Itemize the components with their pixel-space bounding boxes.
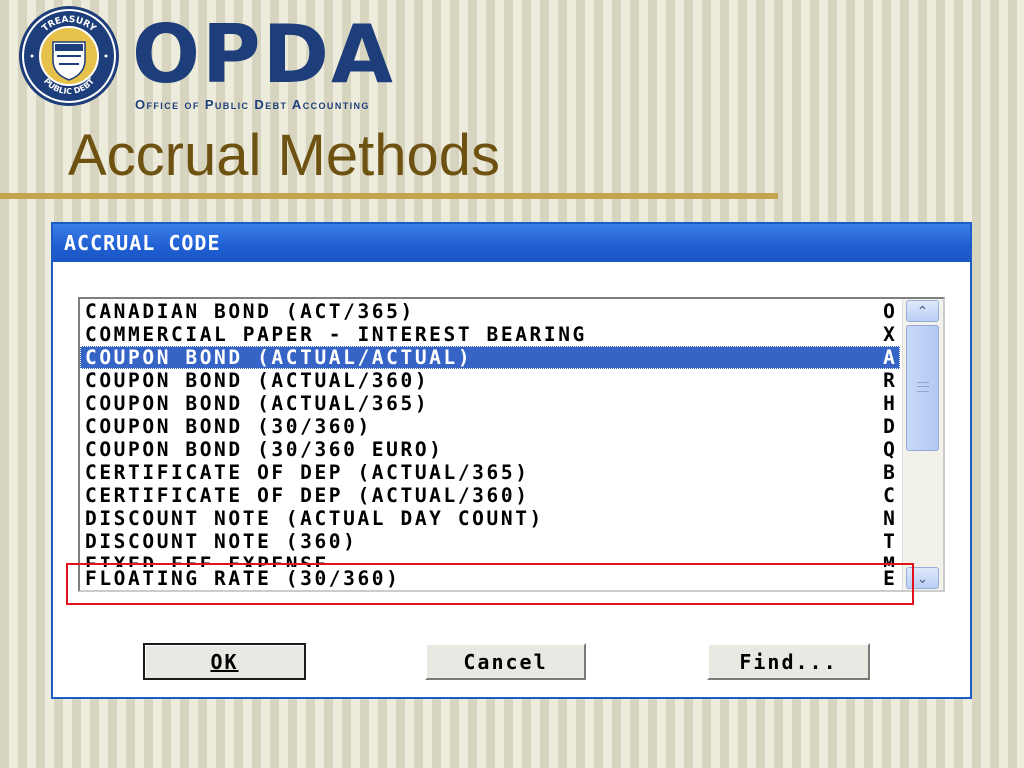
list-item[interactable]: DISCOUNT NOTE (360) T (80, 530, 900, 553)
dialog-title: ACCRUAL CODE (53, 224, 970, 262)
chevron-up-icon: ⌃ (916, 303, 929, 319)
list-item-description: DISCOUNT NOTE (ACTUAL DAY COUNT) (85, 507, 544, 530)
list-item[interactable]: COUPON BOND (30/360) D (80, 415, 900, 438)
slide-title: Accrual Methods (68, 123, 500, 188)
list-item-code: D (883, 415, 895, 438)
list-item[interactable]: CANADIAN BOND (ACT/365) O (80, 300, 900, 323)
list-item-code: R (883, 369, 895, 392)
title-divider (0, 193, 778, 199)
list-item[interactable]: COMMERCIAL PAPER - INTEREST BEARING X (80, 323, 900, 346)
list-item-description: COUPON BOND (ACTUAL/ACTUAL) (85, 346, 473, 369)
vertical-scrollbar[interactable]: ⌃ ⌄ (902, 299, 943, 590)
treasury-seal-logo: TREASURY PUBLIC DEBT (17, 4, 121, 108)
list-item[interactable]: DISCOUNT NOTE (ACTUAL DAY COUNT) N (80, 507, 900, 530)
find-button[interactable]: Find... (707, 643, 870, 680)
list-item-code: A (883, 346, 895, 369)
list-item-description: DISCOUNT NOTE (360) (85, 530, 358, 553)
cancel-button[interactable]: Cancel (425, 643, 586, 680)
annotation-highlight-box (66, 563, 914, 605)
cancel-label: Cancel (463, 650, 548, 674)
list-item[interactable]: COUPON BOND (30/360 EURO) Q (80, 438, 900, 461)
list-item-description: CANADIAN BOND (ACT/365) (85, 300, 415, 323)
list-rows: CANADIAN BOND (ACT/365) O COMMERCIAL PAPER… (80, 300, 900, 590)
list-item-description: COUPON BOND (ACTUAL/365) (85, 392, 430, 415)
list-item-description: COUPON BOND (30/360 EURO) (85, 438, 444, 461)
list-item-description: CERTIFICATE OF DEP (ACTUAL/360) (85, 484, 530, 507)
ok-button[interactable]: OK (143, 643, 306, 680)
list-item[interactable]: COUPON BOND (ACTUAL/ACTUAL) A (80, 346, 900, 369)
list-item[interactable]: CERTIFICATE OF DEP (ACTUAL/360) C (80, 484, 900, 507)
accrual-code-listbox[interactable]: CANADIAN BOND (ACT/365) O COMMERCIAL PAPER… (78, 297, 945, 592)
list-item-code: T (883, 530, 895, 553)
chevron-down-icon: ⌄ (916, 570, 929, 586)
list-item[interactable]: COUPON BOND (ACTUAL/365) H (80, 392, 900, 415)
list-item[interactable]: CERTIFICATE OF DEP (ACTUAL/365) B (80, 461, 900, 484)
list-item-description: COMMERCIAL PAPER - INTEREST BEARING (85, 323, 587, 346)
grip-icon (917, 382, 929, 392)
list-item-description: COUPON BOND (ACTUAL/360) (85, 369, 430, 392)
find-label: Find... (739, 650, 838, 674)
list-item-code: X (883, 323, 895, 346)
list-item-code: B (883, 461, 895, 484)
list-item-code: C (883, 484, 895, 507)
list-item-description: CERTIFICATE OF DEP (ACTUAL/365) (85, 461, 530, 484)
accrual-code-dialog: ACCRUAL CODE CANADIAN BOND (ACT/365) O COM… (51, 222, 972, 699)
scroll-up-button[interactable]: ⌃ (906, 300, 939, 322)
opda-logo-subtitle: Office of Public Debt Accounting (135, 97, 370, 112)
list-item-code: N (883, 507, 895, 530)
list-item-code: H (883, 392, 895, 415)
list-item-code: Q (883, 438, 895, 461)
ok-label: OK (210, 650, 239, 674)
scroll-thumb[interactable] (906, 325, 939, 451)
opda-logo-text: OPDA (132, 8, 395, 101)
list-item[interactable]: COUPON BOND (ACTUAL/360) R (80, 369, 900, 392)
list-item-description: COUPON BOND (30/360) (85, 415, 372, 438)
list-item-code: O (883, 300, 895, 323)
